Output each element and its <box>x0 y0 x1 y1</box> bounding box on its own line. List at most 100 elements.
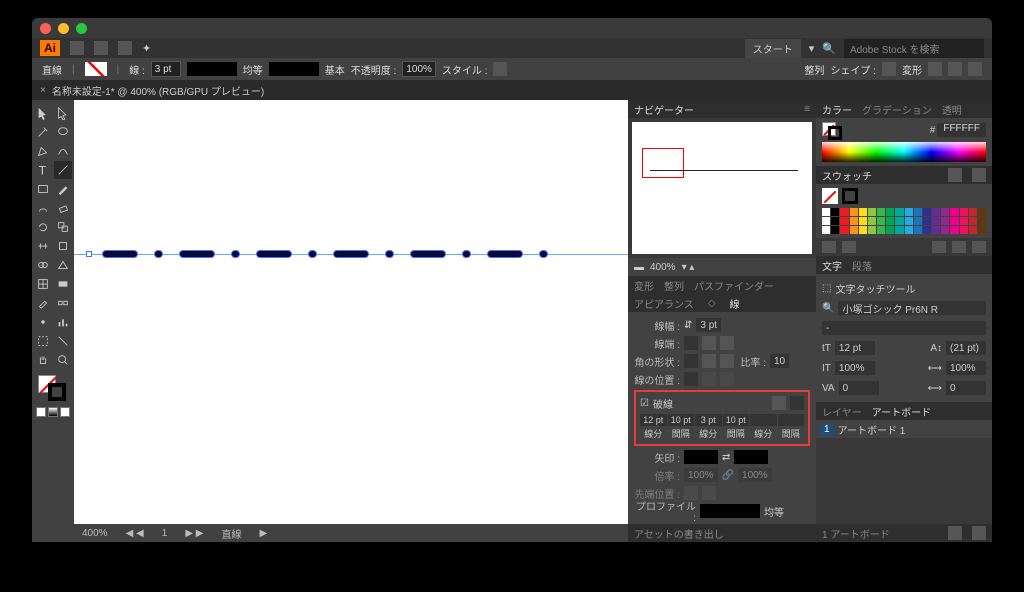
swatch[interactable] <box>850 226 858 234</box>
kerning-input[interactable]: 0 <box>839 381 879 395</box>
swatch[interactable] <box>932 217 940 225</box>
align-center-icon[interactable] <box>684 372 698 386</box>
dashed-line[interactable] <box>84 250 618 258</box>
none-mode-icon[interactable] <box>60 407 70 417</box>
navigator-zoom[interactable]: 400% <box>650 262 676 273</box>
navigator-viewport[interactable] <box>642 148 684 178</box>
blend-tool[interactable] <box>54 294 73 312</box>
swatch[interactable] <box>859 208 867 216</box>
layers-tab[interactable]: レイヤー <box>822 404 862 419</box>
dash-checkbox[interactable]: ☑ <box>640 398 649 409</box>
swatch[interactable] <box>923 226 931 234</box>
column-graph-tool[interactable] <box>54 313 73 331</box>
dash-value-input[interactable]: 3 pt <box>695 414 722 426</box>
join-miter-icon[interactable] <box>684 354 698 368</box>
miter-limit-field[interactable]: 10 <box>770 354 789 368</box>
appearance-tab[interactable]: アピアランス <box>634 296 694 311</box>
lib-icon[interactable] <box>822 241 836 253</box>
navigator-tab[interactable]: ナビゲーター <box>634 102 694 117</box>
curvature-tool[interactable] <box>54 142 73 160</box>
close-icon[interactable] <box>40 23 51 34</box>
gpu-icon[interactable]: ✦ <box>142 42 151 55</box>
delete-artboard-icon[interactable] <box>972 526 986 540</box>
arrange-icon[interactable] <box>118 41 132 55</box>
swatch-none-icon[interactable] <box>822 188 838 204</box>
font-style-input[interactable]: - <box>822 321 986 335</box>
swatch[interactable] <box>923 208 931 216</box>
swatch[interactable] <box>840 217 848 225</box>
swatch-registration-icon[interactable] <box>842 188 858 204</box>
slice-tool[interactable] <box>54 332 73 350</box>
paragraph-tab[interactable]: 段落 <box>852 258 872 273</box>
gradient-tab[interactable]: グラデーション <box>862 102 932 117</box>
swatch[interactable] <box>831 226 839 234</box>
shaper-tool[interactable] <box>34 199 53 217</box>
swatch[interactable] <box>822 226 830 234</box>
swatch[interactable] <box>941 226 949 234</box>
tracking-input[interactable]: 0 <box>946 381 986 395</box>
new-artboard-icon[interactable] <box>948 526 962 540</box>
tab-close-icon[interactable]: × <box>40 85 46 96</box>
panel-menu-icon[interactable]: ≡ <box>804 104 810 115</box>
mesh-tool[interactable] <box>34 275 53 293</box>
swatch[interactable] <box>932 226 940 234</box>
stroke-weight-field[interactable]: 3 pt <box>696 318 721 332</box>
color-spectrum[interactable] <box>822 142 986 162</box>
symbol-sprayer-tool[interactable] <box>34 313 53 331</box>
gradient-tool[interactable] <box>54 275 73 293</box>
swatch[interactable] <box>941 208 949 216</box>
dash-align-icon[interactable] <box>790 396 804 410</box>
artboard-name[interactable]: アートボード 1 <box>838 422 906 437</box>
dash-value-input[interactable] <box>750 414 777 426</box>
swatch[interactable] <box>895 217 903 225</box>
dash-value-input[interactable]: 10 pt <box>723 414 750 426</box>
stroke-profile2[interactable] <box>269 62 319 76</box>
color-tab[interactable]: カラー <box>822 102 852 117</box>
swatch[interactable] <box>850 217 858 225</box>
color-fill-stroke[interactable] <box>822 122 844 138</box>
asset-export-tab[interactable]: アセットの書き出し <box>634 526 724 541</box>
character-tab[interactable]: 文字 <box>822 258 842 273</box>
swatch[interactable] <box>850 208 858 216</box>
opacity-input[interactable]: 100% <box>402 61 436 77</box>
swatch[interactable] <box>969 226 977 234</box>
stroke-swatch[interactable] <box>48 383 66 401</box>
swatch[interactable] <box>822 208 830 216</box>
swatch[interactable] <box>950 208 958 216</box>
navigator-preview[interactable] <box>632 122 812 254</box>
leading-input[interactable]: (21 pt) <box>946 341 986 355</box>
swatch-grid-icon[interactable] <box>972 168 986 182</box>
swatch[interactable] <box>868 217 876 225</box>
shape-label[interactable]: シェイプ : <box>830 62 876 77</box>
join-bevel-icon[interactable] <box>720 354 734 368</box>
touch-type-button[interactable]: 文字タッチツール <box>835 281 915 296</box>
fill-stroke-indicator[interactable] <box>34 375 72 403</box>
width-tool[interactable] <box>34 237 53 255</box>
pen-tool[interactable] <box>34 142 53 160</box>
eyedropper-tool[interactable] <box>34 294 53 312</box>
swatch[interactable] <box>978 226 986 234</box>
swatch[interactable] <box>923 217 931 225</box>
swatch[interactable] <box>978 208 986 216</box>
swatch[interactable] <box>877 226 885 234</box>
isolation-icon[interactable] <box>948 62 962 76</box>
type-tool[interactable]: T <box>34 161 53 179</box>
stroke-weight-input[interactable]: 3 pt <box>151 61 181 77</box>
search-input[interactable]: Adobe Stock を検索 <box>844 39 984 58</box>
hex-input[interactable]: FFFFFF <box>937 123 986 137</box>
arrow-end[interactable] <box>734 450 768 464</box>
swatch[interactable] <box>960 217 968 225</box>
swatch[interactable] <box>932 208 940 216</box>
swatch[interactable] <box>895 226 903 234</box>
cloud-icon[interactable] <box>842 241 856 253</box>
swatch[interactable] <box>960 208 968 216</box>
align-label[interactable]: 整列 <box>804 62 824 77</box>
dash-value-input[interactable]: 10 pt <box>668 414 695 426</box>
direct-selection-tool[interactable] <box>54 104 73 122</box>
stock-icon[interactable] <box>94 41 108 55</box>
hand-tool[interactable] <box>34 351 53 369</box>
color-mode-icon[interactable] <box>36 407 46 417</box>
graphic-style-icon[interactable] <box>972 241 986 253</box>
dash-value-input[interactable]: 12 pt <box>640 414 667 426</box>
swatch[interactable] <box>868 208 876 216</box>
